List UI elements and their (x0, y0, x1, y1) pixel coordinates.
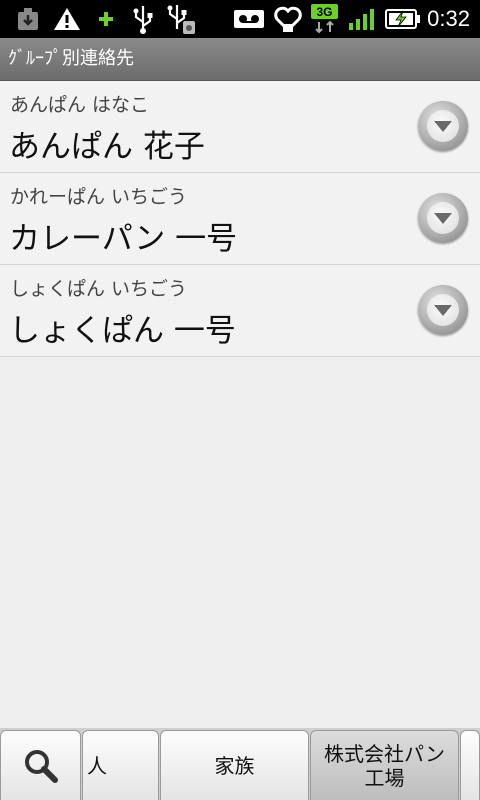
tab-family[interactable]: 家族 (160, 730, 309, 800)
status-bar: 3G 0:32 (0, 0, 480, 38)
expand-button[interactable] (418, 101, 468, 151)
expand-button[interactable] (418, 193, 468, 243)
warning-icon (52, 0, 82, 38)
battery-charging-icon (384, 0, 422, 38)
download-icon (14, 0, 42, 38)
group-tab-bar: 人 家族 株式会社パン工場 (0, 728, 480, 800)
signal-icon (346, 0, 378, 38)
chevron-down-icon (434, 305, 452, 316)
usb-storage-icon (164, 0, 198, 38)
contact-name: あんぱん 花子 (9, 129, 205, 165)
chevron-down-icon (434, 121, 452, 132)
contact-reading: かれーぱん いちごう (10, 186, 188, 208)
page-title: ｸﾞﾙｰﾌﾟ別連絡先 (8, 48, 134, 69)
contact-list: あんぱん はなこ あんぱん 花子 かれーぱん いちごう カレーパン 一号 しょく… (0, 81, 480, 357)
contact-name: しょくぱん 一号 (9, 313, 236, 349)
usb-icon (130, 0, 156, 38)
contact-reading: しょくぱん いちごう (10, 278, 188, 300)
tab-label: 株式会社パン工場 (324, 741, 445, 790)
tab-company[interactable]: 株式会社パン工場 (310, 730, 459, 800)
svg-text:3G: 3G (316, 5, 332, 19)
tab-label: 家族 (214, 753, 255, 778)
expand-button[interactable] (418, 285, 468, 335)
contact-row[interactable]: あんぱん はなこ あんぱん 花子 (0, 81, 480, 173)
tab-people[interactable]: 人 (82, 730, 159, 800)
title-bar: ｸﾞﾙｰﾌﾟ別連絡先 (0, 38, 480, 81)
search-icon (24, 749, 58, 783)
tab-overflow[interactable] (460, 730, 480, 800)
tab-search[interactable] (0, 730, 81, 800)
chevron-down-icon (434, 213, 452, 224)
3g-icon: 3G (310, 0, 340, 38)
contact-row[interactable]: かれーぱん いちごう カレーパン 一号 (0, 173, 480, 265)
voicemail-icon (232, 0, 266, 38)
tab-label: 人 (87, 753, 107, 778)
contact-row[interactable]: しょくぱん いちごう しょくぱん 一号 (0, 265, 480, 357)
contact-name: カレーパン 一号 (9, 221, 238, 257)
heart-icon (272, 0, 304, 38)
clock: 0:32 (427, 6, 470, 31)
contact-reading: あんぱん はなこ (10, 94, 150, 116)
plus-icon (94, 0, 118, 38)
